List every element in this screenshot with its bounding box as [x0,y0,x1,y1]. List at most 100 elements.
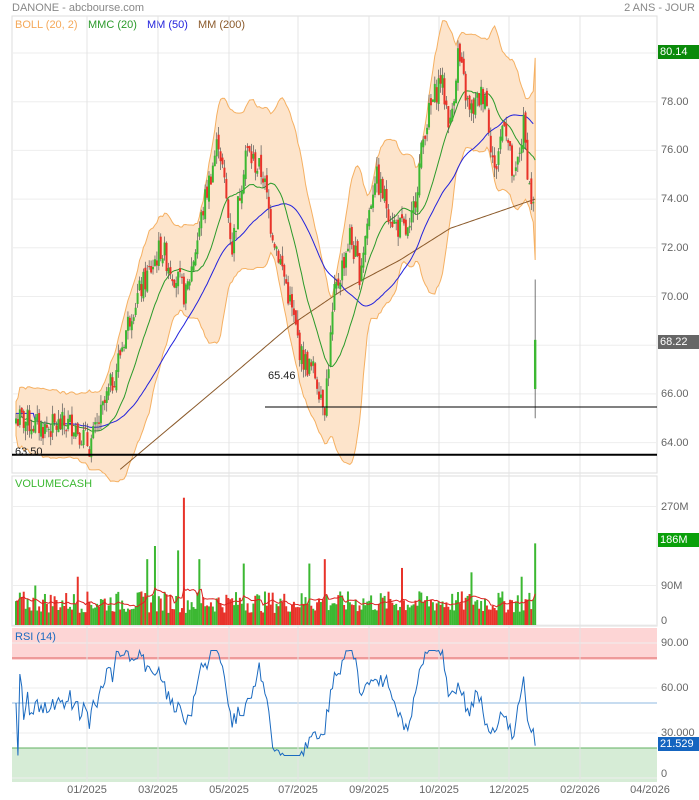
volume-bar [40,611,43,625]
volume-bar [275,603,278,625]
candle [511,145,514,176]
volume-bar [111,611,114,625]
candle [215,139,218,157]
candle [80,444,83,446]
volume-bar [140,591,143,625]
volume-bar [88,601,91,625]
volume-bar [520,576,523,625]
candle [244,150,247,180]
candle [34,417,37,433]
candle [61,411,64,430]
volume-bar [302,603,305,625]
candle [501,125,504,141]
volume-bar [57,610,60,625]
candle [325,378,328,416]
candle [103,399,106,403]
volume-bar [47,612,50,625]
volume-bar [209,602,212,625]
volume-bar [476,599,479,625]
volume-title: VOLUMECASH [15,478,93,490]
chart-window: DANONE - abcbourse.com 2 ANS - JOUR BOLL… [0,0,699,800]
volume-bar [323,559,326,625]
candle [383,189,386,201]
candle [51,414,54,433]
volume-bar [171,608,174,625]
volume-bar [300,593,303,625]
candle [443,78,446,105]
volume-bar [316,602,319,625]
volume-bar [43,593,46,625]
candle [292,308,295,315]
candle [372,194,375,208]
candle [306,351,309,376]
candle [252,153,255,159]
volume-bar [511,600,514,625]
volume-bar [18,592,21,625]
candle [512,175,515,177]
candle [267,196,270,209]
volume-bar [318,598,321,625]
candle [289,294,292,302]
volume-bar [408,607,411,625]
volume-bar [406,604,409,625]
candle [522,114,525,150]
candle [401,214,403,219]
candle [414,201,417,208]
volume-bar [250,612,253,625]
candle [528,183,531,185]
candle [206,186,209,198]
volume-bar [82,612,85,625]
candle [258,158,261,167]
volume-bar [487,609,490,625]
volume-bar [306,603,309,625]
candle [119,350,122,356]
last-candle [533,339,537,390]
volume-bar [74,603,77,625]
candle [348,228,351,245]
volume-bar [269,604,272,625]
volume-bar [518,611,521,625]
volume-bar [97,606,100,625]
volume-bar [377,603,380,625]
volume-bar [493,607,496,625]
chart-canvas[interactable] [0,0,699,800]
volume-bar [105,610,108,625]
candle [117,353,120,372]
volume-tick-label: 0 [661,615,668,627]
volume-bar [211,606,214,625]
volume-bar [121,600,124,625]
volume-bar [491,605,494,625]
volume-bar [99,599,102,625]
volume-bar [123,608,126,625]
candle [192,261,195,271]
candle [99,404,102,424]
volume-bar [238,597,241,625]
price-tick-label: 76.00 [661,144,689,157]
candle [254,152,257,173]
volume-bar [335,604,338,625]
volume-bar [192,607,195,625]
volume-bar [125,611,128,625]
volume-bar [399,606,402,625]
volume-bar [78,612,81,625]
volume-tag: 186M [658,533,699,547]
candle [399,217,402,238]
volume-bar [233,605,236,625]
candle [395,222,398,224]
candle [246,146,249,148]
candle [165,242,168,272]
candle [428,102,431,128]
volume-bar [333,603,336,625]
candle [128,317,131,327]
candle [236,196,239,230]
volume-bar [449,609,452,625]
volume-bar [252,603,255,625]
volume-bar [242,563,245,625]
candle [53,413,56,423]
volume-bar [514,601,517,625]
candle [532,202,535,204]
candle [290,294,293,308]
candle [281,255,284,267]
x-tick-label: 03/2025 [138,784,178,796]
candle [153,259,156,266]
